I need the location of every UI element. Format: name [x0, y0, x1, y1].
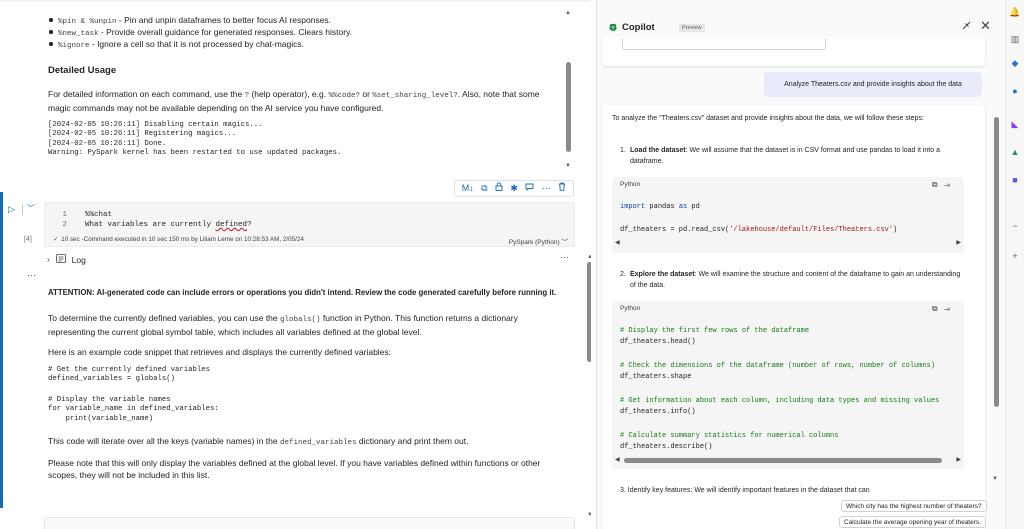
- markdown-icon[interactable]: M↓: [462, 181, 474, 196]
- user-message: Analyze Theaters.csv and provide insight…: [764, 72, 982, 97]
- code-body: df_theaters.describe(): [620, 443, 713, 451]
- gutter-divider: [22, 204, 23, 215]
- execution-count: [4]: [24, 236, 32, 243]
- copilot-logo-icon: [609, 23, 617, 31]
- answer-paragraph: Please note that this will only display …: [48, 458, 541, 480]
- add-icon[interactable]: +: [1009, 250, 1021, 262]
- response-step: 1. Load the dataset: We will assume that …: [620, 147, 940, 165]
- output-scrollbar-thumb[interactable]: [566, 62, 571, 152]
- code-line: 1 %%chat: [62, 211, 113, 219]
- scroll-up-arrow[interactable]: ▲: [564, 10, 572, 16]
- insert-icon[interactable]: ⇥: [944, 180, 956, 189]
- clear-chat-icon[interactable]: [961, 20, 972, 34]
- log-toggle[interactable]: › Log: [47, 254, 86, 265]
- delete-icon[interactable]: [558, 181, 566, 196]
- preview-badge: Preview: [679, 24, 705, 32]
- settings-asterisk-icon[interactable]: ✱: [510, 181, 518, 196]
- cell-execution-status: ✓ 10 sec -Command executed in 10 sec 150 …: [53, 236, 304, 243]
- comment-icon[interactable]: [525, 181, 534, 196]
- response-code-block: Python ⧉⇥ # Display the first few rows o…: [612, 301, 964, 469]
- code-body: # Display the first few rows of the data…: [620, 327, 810, 335]
- scroll-down-arrow[interactable]: ▼: [992, 476, 998, 482]
- magic-commands-list: %pin & %unpin - Pin and unpin dataframes…: [48, 14, 353, 50]
- chevron-down-icon: ﹀: [561, 239, 569, 246]
- more-icon[interactable]: ⋯: [542, 181, 551, 196]
- kernel-selector[interactable]: PySpark (Python) ﹀: [509, 236, 568, 246]
- app-purple-icon[interactable]: ◣: [1009, 118, 1021, 130]
- code-actions: ⧉⇥: [932, 304, 956, 314]
- notebook-top-border: [0, 0, 591, 2]
- copy-icon[interactable]: ⧉: [932, 180, 944, 189]
- code-horizontal-scrollbar[interactable]: ◀ ▶: [612, 240, 964, 246]
- answer-paragraph: This code will iterate over all the keys…: [48, 436, 469, 447]
- copilot-scrollbar-thumb[interactable]: [994, 117, 999, 407]
- suggestion-chip[interactable]: Calculate the average opening year of th…: [839, 516, 986, 528]
- active-cell-indicator: [0, 192, 3, 508]
- scroll-down-arrow[interactable]: ▼: [564, 163, 572, 169]
- code-body: df_theaters = pd.read_csv('/lakehouse/de…: [620, 226, 898, 234]
- code-body: # Check the dimensions of the dataframe …: [620, 362, 936, 370]
- app-blue-icon[interactable]: ◆: [1009, 57, 1021, 69]
- scroll-up-arrow[interactable]: ▲: [586, 254, 591, 260]
- response-step-partial: 3. Identify key features: We will identi…: [620, 487, 870, 494]
- more-apps-icon[interactable]: −: [1009, 220, 1021, 232]
- next-cell[interactable]: [44, 517, 575, 529]
- output-more-icon[interactable]: ⋯: [27, 270, 36, 281]
- scroll-down-arrow[interactable]: ▼: [586, 512, 591, 518]
- log-label: Log: [71, 254, 86, 265]
- code-body: df_theaters.info(): [620, 408, 696, 416]
- app-outlook-icon[interactable]: ●: [1009, 85, 1021, 97]
- app-green-icon[interactable]: ▲: [1009, 146, 1021, 158]
- previous-input-box: [622, 38, 826, 50]
- detailed-usage-paragraph: For detailed information on each command…: [48, 89, 540, 113]
- answer-code-block: # Display the variable names for variabl…: [48, 396, 219, 423]
- code-line: 2 What variables are currently defined?: [62, 221, 252, 229]
- copilot-pane: Copilot Preview ✕ Analyze Theaters.csv a…: [596, 0, 1004, 529]
- more-icon[interactable]: ⋯: [560, 252, 569, 263]
- close-icon[interactable]: ✕: [980, 18, 991, 34]
- response-step: 2. Explore the dataset: We will examine t…: [620, 271, 961, 289]
- code-cell-editor[interactable]: 1 %%chat 2 What variables are currently de…: [44, 202, 575, 247]
- answer-paragraph: Here is an example code snippet that ret…: [48, 347, 392, 357]
- response-intro: To analyze the "Theaters.csv" dataset an…: [612, 115, 924, 122]
- detailed-usage-heading: Detailed Usage: [48, 65, 117, 76]
- magic-log-output: [2024-02-05 10:26:11] Disabling certain …: [48, 121, 342, 157]
- code-horizontal-scrollbar[interactable]: ◀ ▶: [612, 457, 964, 463]
- list-item: %new_task - Provide overall guidance for…: [48, 27, 353, 38]
- suggestion-chip[interactable]: Which city has the highest number of the…: [841, 500, 987, 512]
- log-icon: [55, 254, 66, 265]
- response-code-block: Python ⧉⇥ import pandas as pd df_theater…: [612, 177, 964, 253]
- code-language-label: Python: [620, 305, 641, 312]
- insert-icon[interactable]: ⇥: [944, 304, 956, 313]
- copy-icon[interactable]: ⧉: [481, 181, 487, 196]
- notebook-pane: %pin & %unpin - Pin and unpin dataframes…: [0, 0, 591, 529]
- app-teams-icon[interactable]: ■: [1009, 174, 1021, 186]
- chevron-right-icon: ›: [47, 255, 50, 264]
- ai-warning: ATTENTION: AI-generated code can include…: [48, 288, 557, 297]
- copilot-response: To analyze the "Theaters.csv" dataset an…: [602, 105, 985, 529]
- copy-icon[interactable]: ⧉: [932, 304, 944, 313]
- copilot-title: Copilot: [622, 22, 655, 33]
- list-item: %ignore - Ignore a cell so that it is no…: [48, 38, 352, 50]
- code-body: # Calculate summary statistics for numer…: [620, 432, 839, 440]
- output-scrollbar-thumb[interactable]: [587, 262, 591, 362]
- lock-icon[interactable]: [495, 181, 503, 196]
- previous-message-card: [602, 36, 985, 66]
- list-item: %pin & %unpin - Pin and unpin dataframes…: [48, 14, 352, 26]
- bell-icon[interactable]: 🔔: [1009, 6, 1021, 18]
- chevron-down-icon[interactable]: ﹀: [27, 203, 35, 214]
- code-body: # Get information about each column, inc…: [620, 397, 940, 405]
- cell-toolbar: M↓ ⧉ ✱ ⋯: [454, 180, 574, 197]
- code-language-label: Python: [620, 181, 641, 188]
- code-body: df_theaters.head(): [620, 338, 696, 346]
- apps-icon[interactable]: ▥: [1009, 33, 1021, 45]
- code-body: import pandas as pd: [620, 203, 700, 211]
- side-rail: 🔔 ▥ ◆ ● ◣ ▲ ■ − +: [1005, 0, 1024, 529]
- check-icon: ✓: [53, 236, 59, 243]
- run-cell-icon[interactable]: ▷: [8, 204, 15, 215]
- code-body: df_theaters.shape: [620, 373, 692, 381]
- code-actions: ⧉⇥: [932, 180, 956, 190]
- answer-paragraph: To determine the currently defined varia…: [48, 313, 518, 337]
- answer-code-block: # Get the currently defined variables de…: [48, 366, 211, 384]
